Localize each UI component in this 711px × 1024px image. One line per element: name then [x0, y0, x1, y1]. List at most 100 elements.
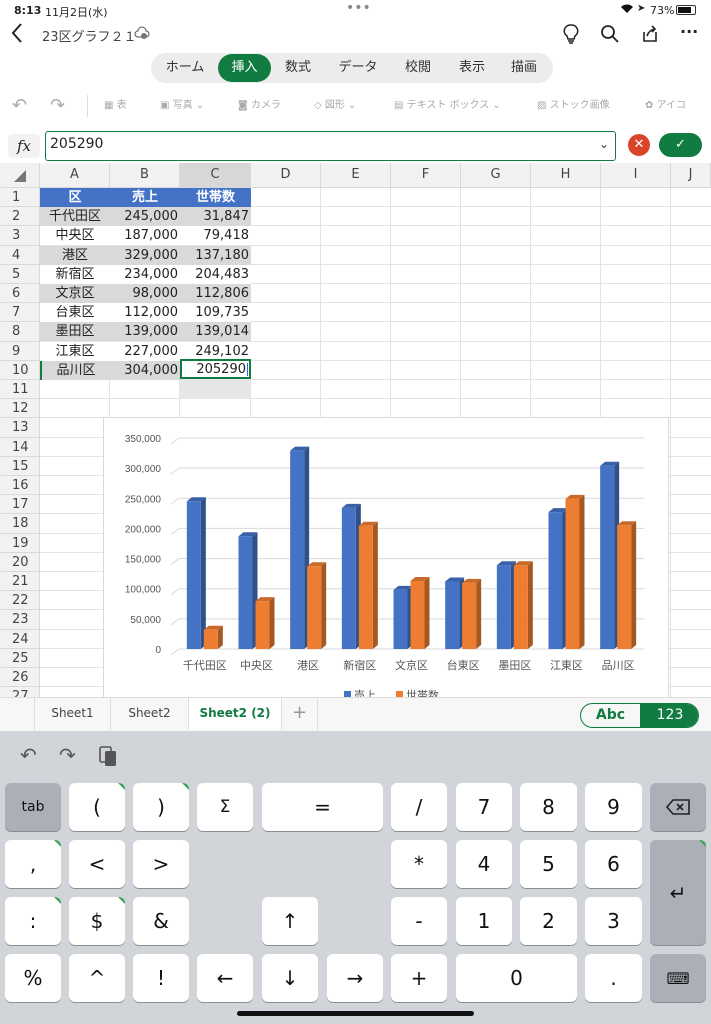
tab-home[interactable]: ホーム: [157, 53, 213, 83]
key-8[interactable]: 8: [520, 783, 577, 831]
spreadsheet-grid[interactable]: A B C D E F G H I J 1 2 3 4 5 6 7 8 9 10 11 12 13 14 1…: [0, 163, 711, 697]
back-chevron-icon[interactable]: [10, 22, 24, 48]
table-cell[interactable]: 千代田区: [40, 207, 110, 227]
row-header[interactable]: 2: [0, 207, 40, 227]
key-minus[interactable]: -: [391, 897, 447, 945]
table-cell[interactable]: 31,847: [180, 207, 251, 227]
key-3[interactable]: 3: [585, 897, 642, 945]
row-header[interactable]: 14: [0, 437, 40, 457]
share-icon[interactable]: [640, 24, 660, 48]
row-header[interactable]: 12: [0, 399, 40, 419]
key-tab[interactable]: tab: [5, 783, 61, 831]
column-header[interactable]: D: [251, 163, 321, 188]
key-equals[interactable]: =: [262, 783, 383, 831]
tab-data[interactable]: データ: [329, 53, 387, 83]
table-cell[interactable]: 139,014: [180, 322, 251, 342]
row-header[interactable]: 4: [0, 245, 40, 265]
table-cell[interactable]: 台東区: [40, 303, 110, 323]
lightbulb-icon[interactable]: [562, 23, 580, 49]
column-header[interactable]: C: [180, 163, 251, 188]
row-header[interactable]: 20: [0, 552, 40, 572]
row-header[interactable]: 10: [0, 360, 40, 380]
table-cell[interactable]: 109,735: [180, 303, 251, 323]
key-arrow-left[interactable]: ←: [197, 954, 253, 1002]
key-colon[interactable]: :: [5, 897, 61, 945]
key-comma[interactable]: ,: [5, 840, 61, 888]
table-cell[interactable]: 249,102: [180, 341, 251, 361]
table-cell[interactable]: 227,000: [110, 341, 180, 361]
key-exclamation[interactable]: !: [133, 954, 189, 1002]
key-1[interactable]: 1: [456, 897, 512, 945]
key-9[interactable]: 9: [585, 783, 642, 831]
row-header[interactable]: 6: [0, 284, 40, 304]
table-cell[interactable]: 112,000: [110, 303, 180, 323]
key-backspace[interactable]: [650, 783, 706, 831]
table-cell[interactable]: 79,418: [180, 226, 251, 246]
table-cell[interactable]: 品川区: [40, 360, 110, 380]
table-cell[interactable]: 304,000: [110, 360, 180, 380]
column-header[interactable]: E: [321, 163, 391, 188]
key-close-paren[interactable]: ): [133, 783, 189, 831]
header-cell[interactable]: 区: [40, 188, 110, 207]
tab-view[interactable]: 表示: [451, 53, 493, 83]
column-header[interactable]: A: [40, 163, 110, 188]
table-cell[interactable]: 137,180: [180, 245, 251, 265]
redo-icon[interactable]: ↷: [50, 96, 65, 116]
number-mode-button[interactable]: 123: [640, 704, 698, 727]
sheet-tab-sheet2[interactable]: Sheet2: [111, 698, 189, 730]
row-header[interactable]: 23: [0, 610, 40, 630]
table-cell[interactable]: 245,000: [110, 207, 180, 227]
key-divide[interactable]: /: [391, 783, 447, 831]
row-header[interactable]: 15: [0, 456, 40, 476]
row-header[interactable]: 16: [0, 476, 40, 496]
insert-camera-button[interactable]: ◙ カメラ: [238, 96, 281, 116]
row-header[interactable]: 18: [0, 514, 40, 534]
row-header[interactable]: 26: [0, 668, 40, 688]
table-cell[interactable]: 港区: [40, 245, 110, 265]
key-multiply[interactable]: *: [391, 840, 447, 888]
row-header[interactable]: 13: [0, 418, 40, 438]
table-cell[interactable]: 墨田区: [40, 322, 110, 342]
row-header[interactable]: 7: [0, 303, 40, 323]
row-header[interactable]: 17: [0, 495, 40, 515]
table-cell[interactable]: 新宿区: [40, 264, 110, 284]
row-header[interactable]: 3: [0, 226, 40, 246]
key-arrow-right[interactable]: →: [327, 954, 383, 1002]
bar-chart[interactable]: 0 50,000 100,000 150,000 200,000 250,000 300,0…: [103, 417, 669, 697]
row-header[interactable]: 1: [0, 188, 40, 208]
table-cell[interactable]: 204,483: [180, 264, 251, 284]
key-ampersand[interactable]: &: [133, 897, 189, 945]
row-header[interactable]: 27: [0, 687, 40, 697]
select-all-corner[interactable]: [0, 163, 40, 188]
row-header[interactable]: 5: [0, 264, 40, 284]
table-cell[interactable]: 234,000: [110, 264, 180, 284]
column-header[interactable]: F: [391, 163, 461, 188]
table-cell[interactable]: 187,000: [110, 226, 180, 246]
key-caret[interactable]: ^: [69, 954, 125, 1002]
key-4[interactable]: 4: [456, 840, 512, 888]
key-2[interactable]: 2: [520, 897, 577, 945]
key-6[interactable]: 6: [585, 840, 642, 888]
row-header[interactable]: 24: [0, 629, 40, 649]
row-header[interactable]: 11: [0, 380, 40, 400]
key-percent[interactable]: %: [5, 954, 61, 1002]
add-sheet-button[interactable]: +: [282, 698, 318, 730]
search-icon[interactable]: [600, 24, 620, 48]
key-enter[interactable]: ↵: [650, 840, 706, 945]
key-7[interactable]: 7: [456, 783, 512, 831]
key-arrow-down[interactable]: ↓: [262, 954, 318, 1002]
row-header[interactable]: 25: [0, 648, 40, 668]
formula-input[interactable]: 205290 ⌄: [45, 131, 616, 161]
insert-icons-button[interactable]: ✿ アイコ: [645, 96, 686, 116]
table-cell[interactable]: 139,000: [110, 322, 180, 342]
insert-table-button[interactable]: ▦ 表: [104, 96, 127, 116]
more-options-icon[interactable]: ···: [680, 22, 698, 41]
fx-label[interactable]: fx: [8, 134, 40, 158]
row-header[interactable]: 22: [0, 591, 40, 611]
more-dots-icon[interactable]: •••: [346, 0, 371, 16]
clipboard-paste-icon[interactable]: [98, 743, 118, 771]
key-less-than[interactable]: <: [69, 840, 125, 888]
row-header[interactable]: 19: [0, 533, 40, 553]
insert-photo-button[interactable]: ▣ 写真 ⌄: [160, 96, 204, 116]
header-cell[interactable]: 世帯数: [180, 188, 251, 207]
